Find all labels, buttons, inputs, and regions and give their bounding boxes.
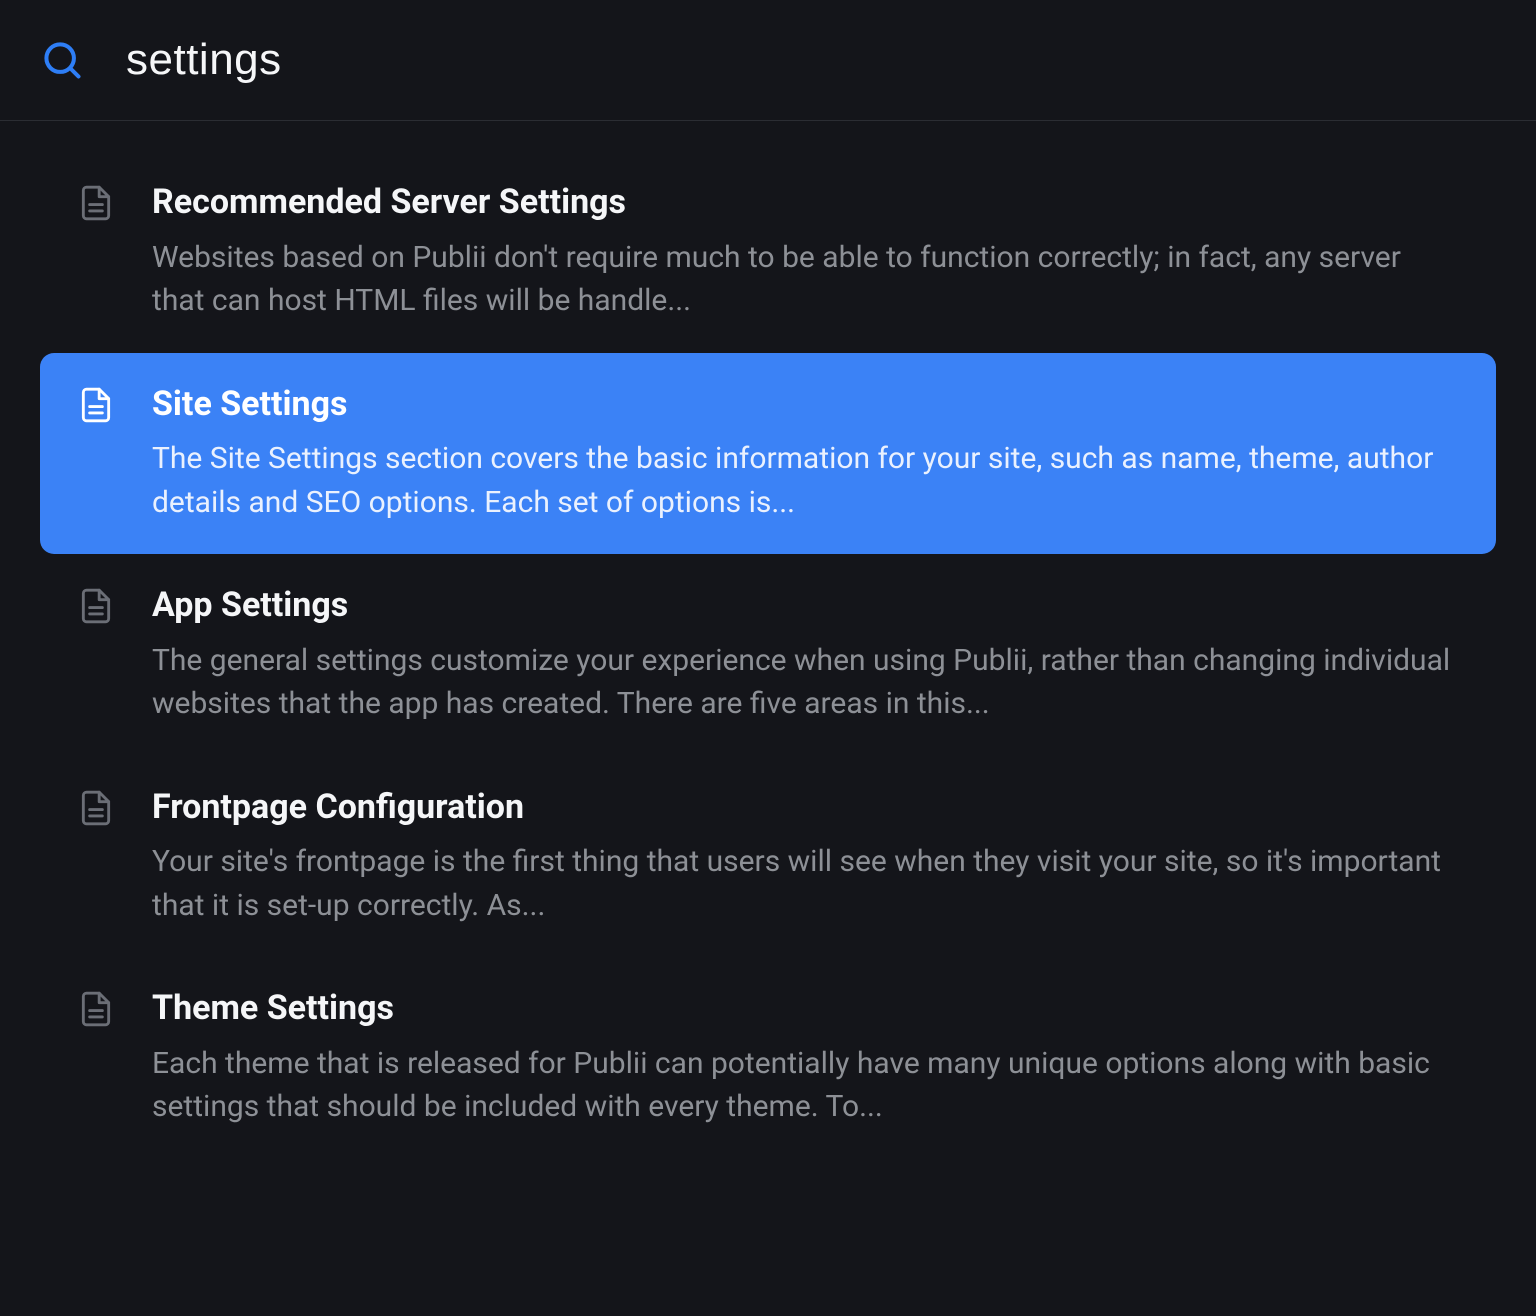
search-input[interactable] [126,35,1496,85]
document-icon [76,789,116,827]
search-bar [0,0,1536,121]
search-results-list: Recommended Server Settings Websites bas… [0,121,1536,1199]
result-description: Websites based on Publii don't require m… [152,236,1460,323]
search-icon [40,38,84,82]
result-text: Site Settings The Site Settings section … [152,383,1460,525]
result-text: Recommended Server Settings Websites bas… [152,181,1460,323]
result-theme-settings[interactable]: Theme Settings Each theme that is releas… [40,957,1496,1159]
result-description: The general settings customize your expe… [152,639,1460,726]
result-title: Recommended Server Settings [152,181,1460,224]
result-site-settings[interactable]: Site Settings The Site Settings section … [40,353,1496,555]
result-title: App Settings [152,584,1460,627]
result-description: Your site's frontpage is the first thing… [152,840,1460,927]
result-description: Each theme that is released for Publii c… [152,1042,1460,1129]
result-text: Frontpage Configuration Your site's fron… [152,786,1460,928]
result-text: App Settings The general settings custom… [152,584,1460,726]
result-title: Theme Settings [152,987,1460,1030]
document-icon [76,587,116,625]
result-frontpage-configuration[interactable]: Frontpage Configuration Your site's fron… [40,756,1496,958]
result-app-settings[interactable]: App Settings The general settings custom… [40,554,1496,756]
document-icon [76,184,116,222]
result-recommended-server-settings[interactable]: Recommended Server Settings Websites bas… [40,151,1496,353]
document-icon [76,386,116,424]
result-title: Frontpage Configuration [152,786,1460,829]
document-icon [76,990,116,1028]
result-text: Theme Settings Each theme that is releas… [152,987,1460,1129]
result-description: The Site Settings section covers the bas… [152,437,1460,524]
result-title: Site Settings [152,383,1460,426]
